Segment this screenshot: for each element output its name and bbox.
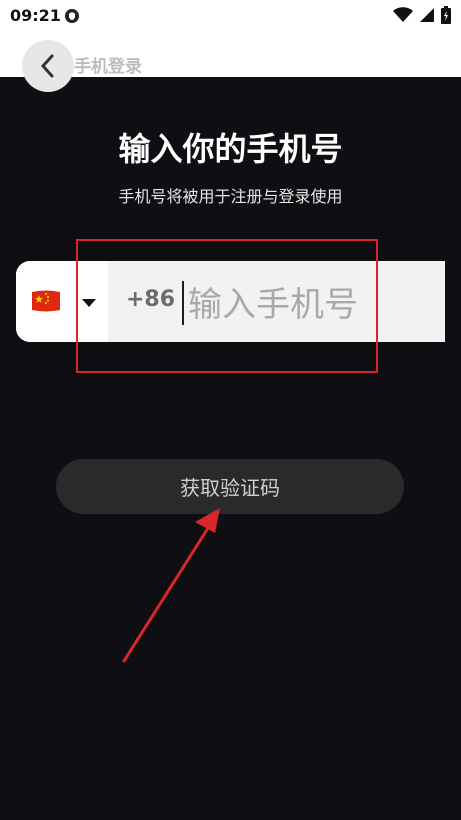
shield-icon [65,9,79,23]
get-code-button[interactable]: 获取验证码 [56,459,404,514]
signal-icon [420,8,434,22]
back-button[interactable] [22,40,74,92]
china-flag-icon [32,290,60,312]
page-title: 手机登录 [74,57,142,77]
battery-icon [441,6,451,24]
wifi-icon [393,7,413,22]
subheading: 手机号将被用于注册与登录使用 [118,187,343,206]
status-time: 09:21 [10,6,61,25]
annotation-arrow [122,508,220,663]
annotation-highlight-box [76,239,378,373]
chevron-left-icon [40,54,54,78]
status-bar: 09:21 [0,0,461,32]
heading: 输入你的手机号 [118,130,343,168]
